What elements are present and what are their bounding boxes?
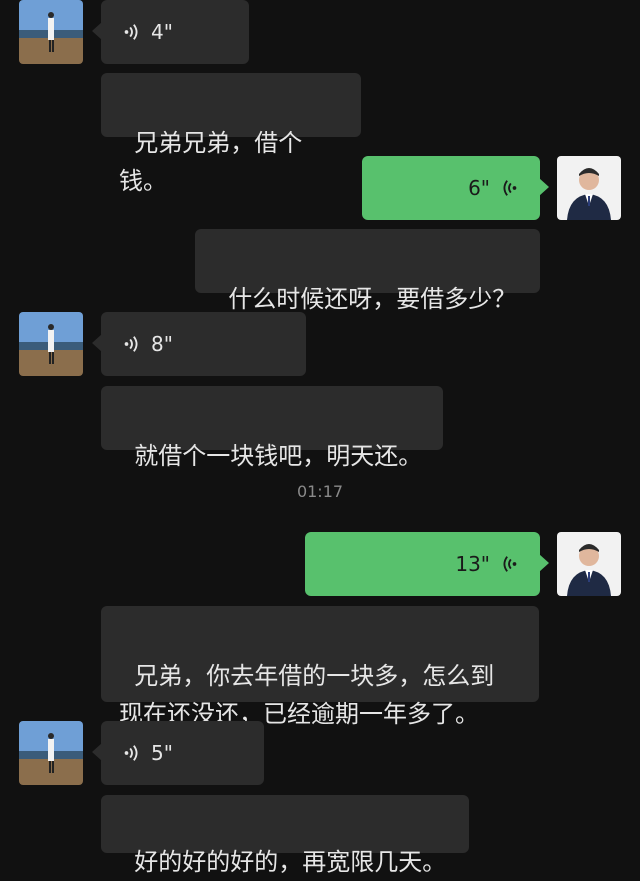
voice-wave-icon [124, 745, 138, 761]
contact-avatar[interactable] [19, 721, 83, 785]
voice-duration: 5" [151, 741, 173, 765]
message-text[interactable]: 就借个一块钱吧，明天还。 [101, 386, 443, 470]
my-avatar[interactable] [557, 532, 621, 596]
voice-message[interactable]: 6" [362, 156, 549, 220]
voice-wave-icon [124, 336, 138, 352]
voice-wave-icon [124, 24, 138, 40]
voice-duration: 13" [455, 552, 490, 576]
contact-avatar[interactable] [19, 312, 83, 376]
voice-message[interactable]: 4" [92, 0, 249, 64]
message-text[interactable]: 兄弟兄弟，借个钱。 [101, 73, 361, 195]
message-text[interactable]: 什么时候还呀，要借多少？ [195, 229, 540, 313]
voice-message[interactable]: 8" [92, 312, 306, 376]
my-avatar[interactable] [557, 156, 621, 220]
voice-duration: 6" [468, 176, 490, 200]
voice-message[interactable]: 5" [92, 721, 264, 785]
message-text[interactable]: 兄弟，你去年借的一块多，怎么到 现在还没还，已经逾期一年多了。 [101, 606, 539, 728]
voice-message[interactable]: 13" [305, 532, 549, 596]
message-text[interactable]: 好的好的好的，再宽限几天。 [101, 795, 469, 876]
voice-wave-icon [503, 180, 517, 196]
voice-duration: 4" [151, 20, 173, 44]
timestamp: 01:17 [296, 482, 344, 501]
voice-wave-icon [503, 556, 517, 572]
contact-avatar[interactable] [19, 0, 83, 64]
voice-duration: 8" [151, 332, 173, 356]
